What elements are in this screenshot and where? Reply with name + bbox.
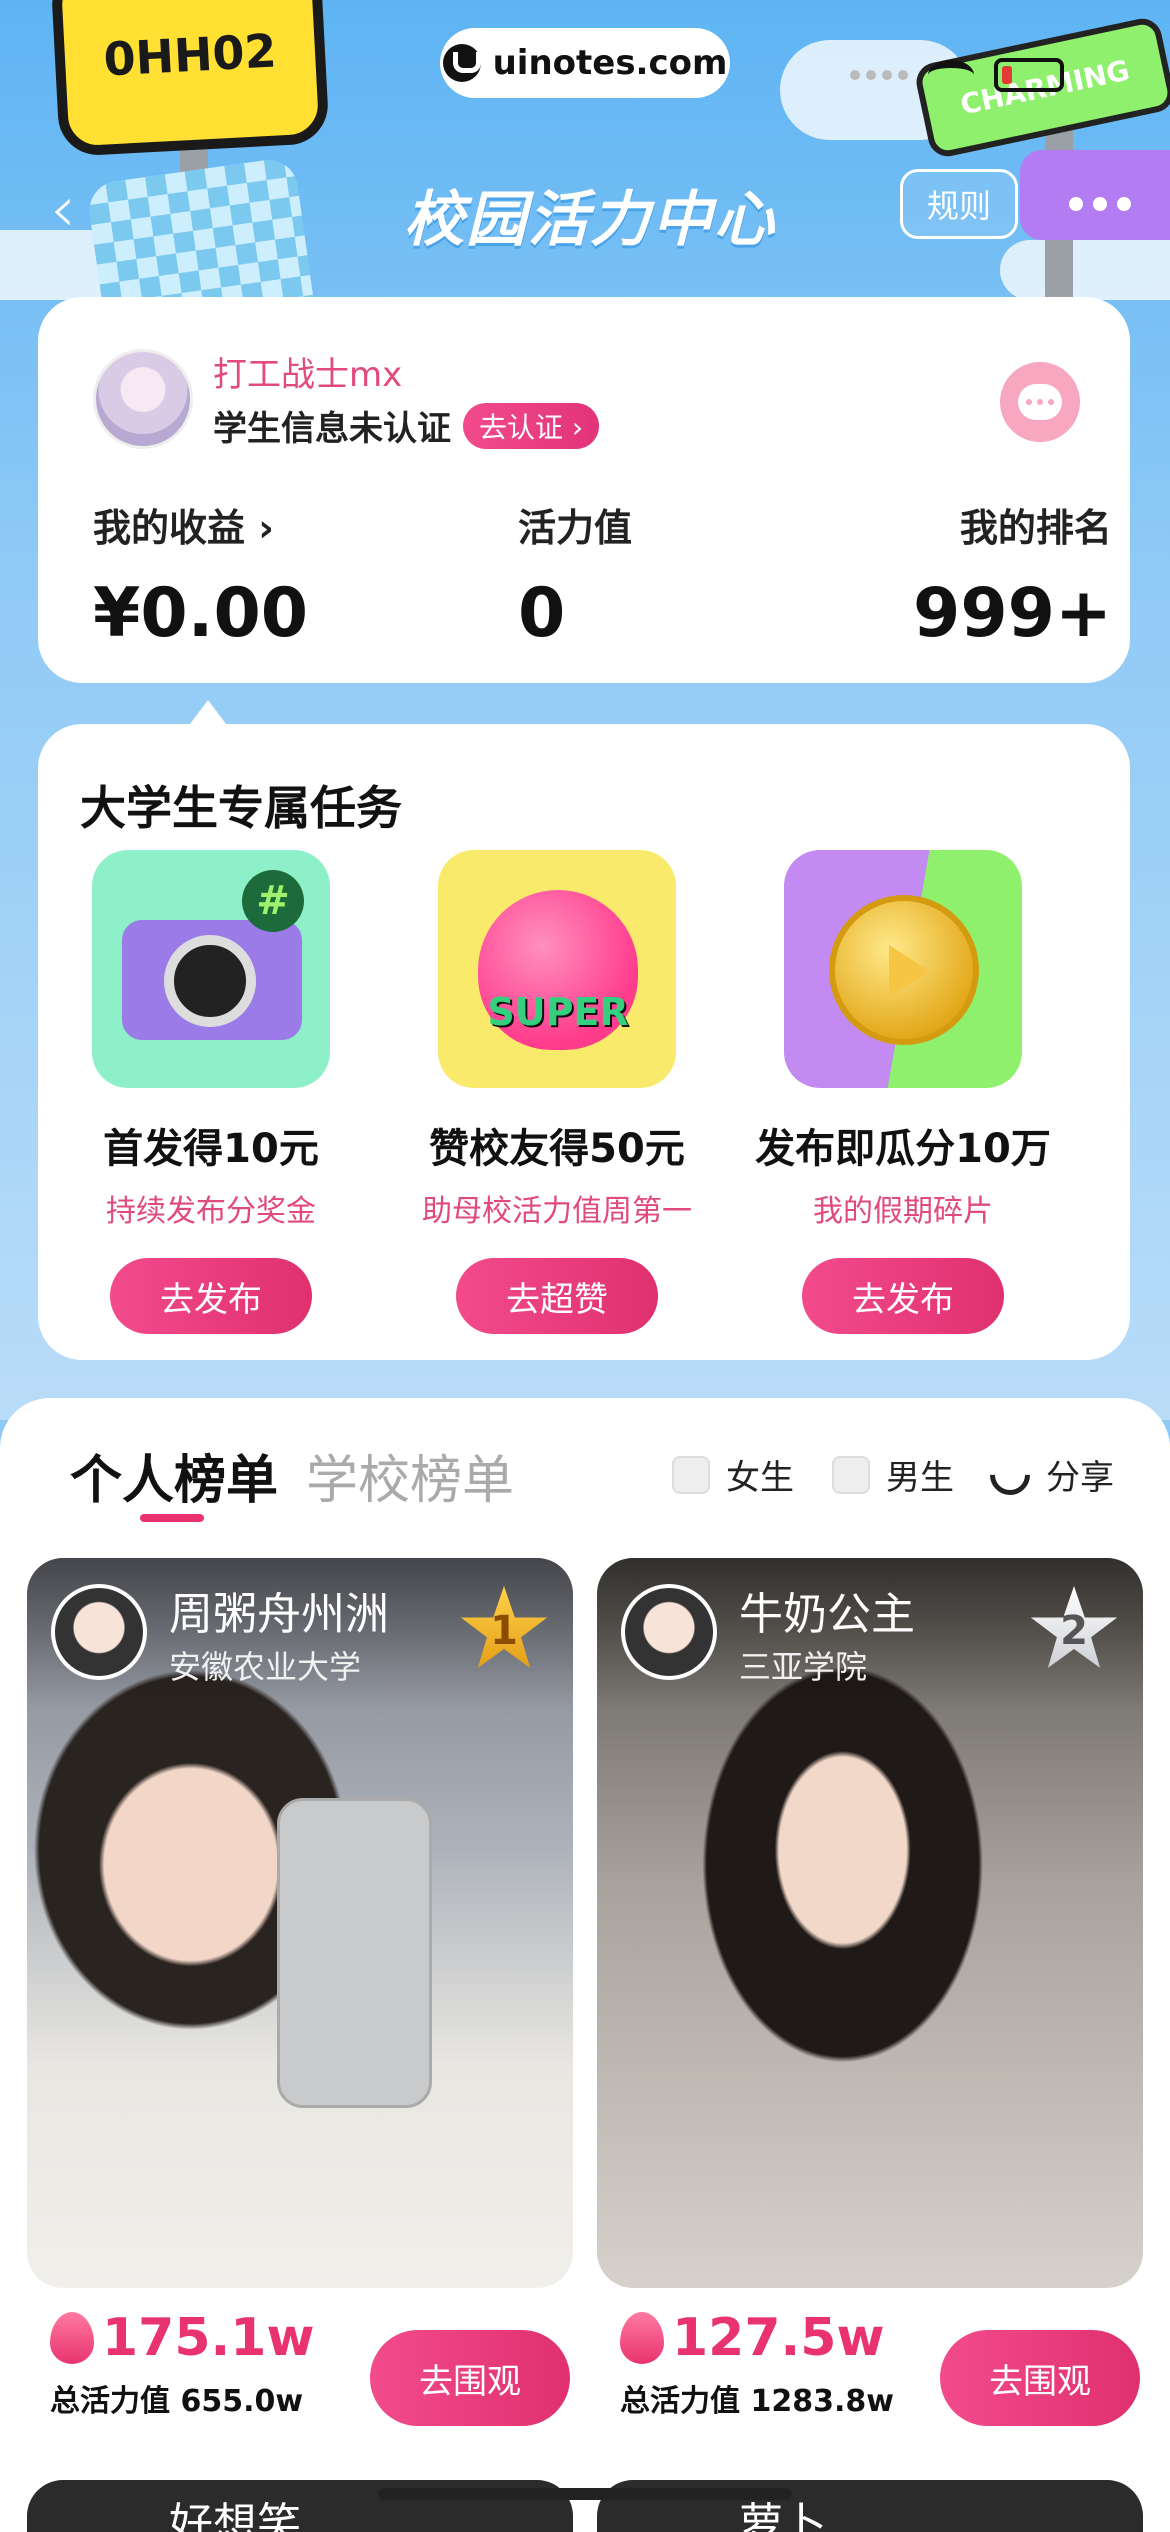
rank-school: 安徽农业大学	[169, 1648, 362, 1686]
card-pointer	[190, 700, 226, 724]
rank-stats-1: 175.1w 总活力值 655.0w 去围观	[50, 2308, 596, 2426]
tasks-card: 大学生专属任务 # 首发得10元 持续发布分奖金 去发布 SUPER 赞校友得5…	[38, 724, 1130, 1360]
tasks-title: 大学生专属任务	[80, 781, 402, 835]
checkbox[interactable]	[832, 1455, 870, 1494]
more-options-icon[interactable]	[1050, 169, 1150, 239]
rank-school: 三亚学院	[739, 1648, 868, 1686]
stat-ranking: 我的排名 999+	[913, 497, 1112, 653]
tab-personal-ranking[interactable]: 个人榜单	[70, 1438, 278, 1513]
flame-icon	[620, 2312, 664, 2364]
task-item: 发布即瓜分10万 我的假期碎片 去发布	[730, 850, 1076, 1334]
rank-name: 好想笑	[169, 2499, 301, 2532]
stat-earnings[interactable]: 我的收益 › ¥0.00	[93, 497, 308, 653]
super-like-button[interactable]: 去超赞	[456, 1258, 658, 1334]
stat-label: 我的收益 ›	[93, 506, 274, 550]
url-text: uinotes.com	[492, 43, 728, 83]
url-pill: uinotes.com	[440, 28, 730, 98]
leaderboard-panel: 个人榜单 学校榜单 女生 男生 分享 周粥舟州洲 安徽农业大学 1 175.1w…	[0, 1398, 1170, 2532]
filter-label: 女生	[726, 1458, 794, 1498]
share-button[interactable]: 分享	[981, 1446, 1114, 1503]
rank-stats-2: 127.5w 总活力值 1283.8w 去围观	[620, 2308, 1166, 2426]
task-item: SUPER 赞校友得50元 助母校活力值周第一 去超赞	[384, 850, 730, 1334]
stat-vitality: 活力值 0	[518, 497, 632, 653]
task-name: 首发得10元	[103, 1126, 319, 1172]
avatar	[51, 1584, 147, 1680]
rank-card-2[interactable]: 牛奶公主 三亚学院 2	[597, 1558, 1143, 2288]
watch-button[interactable]: 去围观	[940, 2330, 1140, 2426]
rank-badge-silver-icon: 2	[1029, 1586, 1119, 1676]
chevron-left-icon[interactable]: ‹	[50, 175, 100, 245]
message-icon[interactable]	[1000, 362, 1080, 442]
watch-button[interactable]: 去围观	[370, 2330, 570, 2426]
task-name: 发布即瓜分10万	[755, 1126, 1051, 1172]
super-icon-text: SUPER	[487, 990, 629, 1034]
stat-label: 我的排名	[959, 506, 1112, 550]
rank-name: 牛奶公主	[739, 1589, 915, 1640]
avatar	[621, 1584, 717, 1680]
verification-row: 学生信息未认证 去认证 ›	[213, 401, 600, 450]
verify-status-text: 学生信息未认证	[213, 409, 451, 449]
uinotes-logo-icon	[442, 44, 481, 82]
wifi-icon	[928, 60, 974, 90]
page-title: 校园活力中心	[404, 185, 776, 255]
filter-male[interactable]: 男生	[832, 1450, 954, 1499]
task-desc: 我的假期碎片	[813, 1194, 993, 1229]
share-label: 分享	[1046, 1458, 1114, 1498]
tab-indicator	[140, 1514, 204, 1522]
rank-score-value: 127.5w	[672, 2308, 885, 2368]
stat-label: 活力值	[518, 506, 633, 550]
username: 打工战士mx	[213, 355, 403, 395]
header-bar: ‹ 校园活力中心 规则	[0, 165, 1170, 255]
filter-label: 男生	[886, 1458, 954, 1498]
gold-coin-icon	[784, 850, 1022, 1088]
filter-female[interactable]: 女生	[672, 1450, 794, 1499]
flame-icon	[50, 2312, 94, 2364]
rules-button[interactable]: 规则	[900, 169, 1018, 239]
stat-value: 0	[518, 574, 566, 653]
task-name: 赞校友得50元	[429, 1126, 685, 1172]
publish-button[interactable]: 去发布	[802, 1258, 1004, 1334]
rank-name: 周粥舟州洲	[169, 1589, 389, 1640]
rank-card-1[interactable]: 周粥舟州洲 安徽农业大学 1	[27, 1558, 573, 2288]
publish-button[interactable]: 去发布	[110, 1258, 312, 1334]
camera-icon: #	[92, 850, 330, 1088]
yellow-sign-text: 0HH02	[102, 23, 278, 87]
phone-in-photo	[277, 1798, 432, 2108]
stat-value: 999+	[913, 574, 1112, 653]
stat-value: ¥0.00	[93, 574, 309, 653]
profile-card: 打工战士mx 学生信息未认证 去认证 › 我的收益 › ¥0.00 活力值 0 …	[38, 297, 1130, 683]
tab-school-ranking[interactable]: 学校榜单	[306, 1438, 514, 1513]
signal-icon	[850, 70, 908, 80]
status-indicators	[850, 58, 1064, 92]
task-desc: 持续发布分奖金	[106, 1194, 316, 1229]
home-indicator	[378, 2488, 792, 2500]
share-icon	[981, 1446, 1039, 1503]
super-heart-icon: SUPER	[438, 850, 676, 1088]
task-item: # 首发得10元 持续发布分奖金 去发布	[38, 850, 384, 1334]
checkbox[interactable]	[672, 1455, 710, 1494]
task-desc: 助母校活力值周第一	[422, 1194, 692, 1229]
avatar[interactable]	[93, 349, 193, 449]
rank-badge-gold-icon: 1	[459, 1586, 549, 1676]
yellow-sign-decoration: 0HH02	[50, 0, 330, 157]
rank-score-value: 175.1w	[102, 2308, 315, 2368]
battery-icon	[994, 58, 1064, 92]
verify-button[interactable]: 去认证 ›	[463, 402, 600, 449]
